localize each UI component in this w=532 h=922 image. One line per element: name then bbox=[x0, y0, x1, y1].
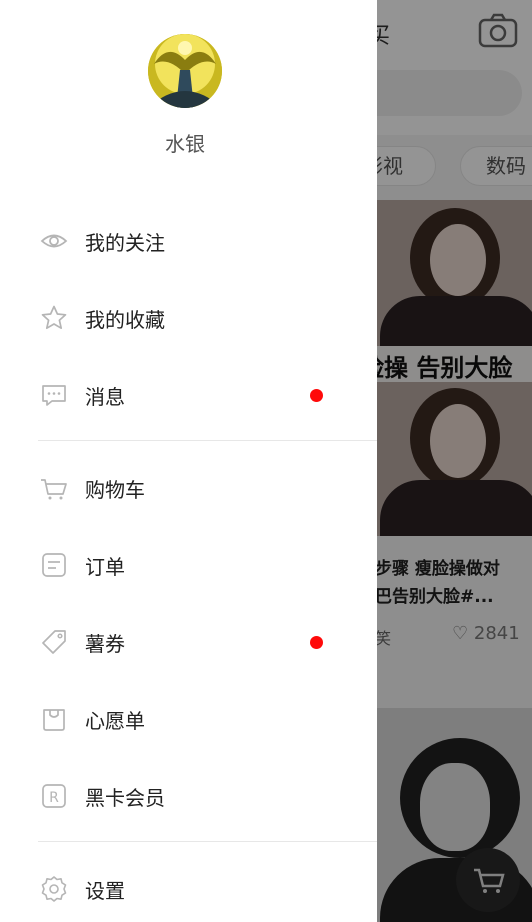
order-icon bbox=[42, 553, 66, 577]
black-card-icon: R bbox=[42, 784, 66, 808]
menu-item-settings[interactable]: 设置 bbox=[0, 861, 377, 917]
menu-item-following[interactable]: 我的关注 bbox=[0, 213, 377, 269]
star-icon bbox=[41, 305, 67, 330]
menu-item-cart[interactable]: 购物车 bbox=[0, 460, 377, 516]
menu-label-wishlist: 心愿单 bbox=[85, 709, 145, 733]
menu-item-favorites[interactable]: 我的收藏 bbox=[0, 290, 377, 346]
menu-divider bbox=[38, 841, 377, 842]
menu-item-messages[interactable]: 消息 bbox=[0, 367, 377, 423]
username[interactable]: 水银 bbox=[0, 128, 370, 157]
menu-label-coupons: 薯券 bbox=[85, 632, 125, 656]
menu-label-cart: 购物车 bbox=[85, 478, 145, 502]
avatar-image bbox=[148, 34, 222, 108]
menu-item-wishlist[interactable]: 心愿单 bbox=[0, 691, 377, 747]
svg-text:R: R bbox=[49, 790, 59, 806]
message-icon bbox=[42, 385, 66, 406]
messages-notification-dot bbox=[310, 389, 323, 402]
menu-label-messages: 消息 bbox=[85, 385, 125, 409]
menu-divider bbox=[38, 440, 377, 441]
menu-label-favorites: 我的收藏 bbox=[85, 308, 165, 332]
settings-icon bbox=[41, 876, 67, 902]
menu-label-black-card: 黑卡会员 bbox=[85, 786, 165, 810]
side-drawer: 水银 我的关注 我的收藏 消息 购物车 订单 薯券 心愿单 R 黑卡会员 设置 bbox=[0, 0, 377, 922]
eye-icon bbox=[40, 234, 68, 248]
coupon-icon bbox=[42, 630, 66, 654]
avatar[interactable] bbox=[148, 34, 222, 108]
menu-label-following: 我的关注 bbox=[85, 231, 165, 255]
cart-icon bbox=[41, 479, 67, 500]
wishlist-icon bbox=[43, 709, 65, 731]
menu-item-coupons[interactable]: 薯券 bbox=[0, 614, 377, 670]
menu-item-orders[interactable]: 订单 bbox=[0, 537, 377, 593]
coupons-notification-dot bbox=[310, 636, 323, 649]
menu-label-settings: 设置 bbox=[85, 879, 125, 903]
menu-label-orders: 订单 bbox=[85, 555, 125, 579]
menu-item-black-card[interactable]: R 黑卡会员 bbox=[0, 768, 377, 824]
